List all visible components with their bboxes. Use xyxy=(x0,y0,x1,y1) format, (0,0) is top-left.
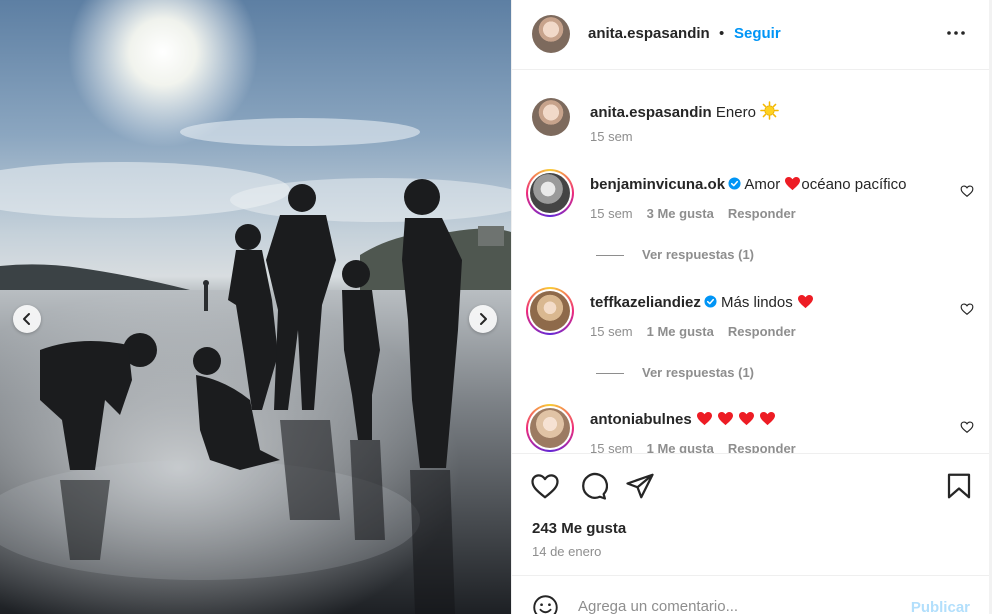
caption: anita.espasandin Enero xyxy=(590,101,779,121)
author-username[interactable]: anita.espasandin xyxy=(588,25,710,42)
view-replies-link[interactable]: Ver respuestas (1) xyxy=(596,365,754,380)
caption-username[interactable]: anita.espasandin xyxy=(590,104,712,121)
comment-like-icon[interactable] xyxy=(960,302,974,316)
red-heart-emoji-icon xyxy=(739,411,755,426)
comment-avatar[interactable] xyxy=(526,287,574,335)
chevron-left-icon xyxy=(23,313,30,325)
caption-avatar[interactable] xyxy=(532,98,570,136)
comment-input[interactable] xyxy=(578,598,898,614)
comment-username[interactable]: antoniabulnes xyxy=(590,411,692,428)
comment-body: benjaminvicuna.ok Amor océano pacífico xyxy=(590,176,906,193)
reply-button[interactable]: Responder xyxy=(728,441,796,453)
comment-icon[interactable] xyxy=(578,471,608,501)
caption-meta: 15 sem xyxy=(590,129,647,144)
heart-icon[interactable] xyxy=(530,471,560,501)
red-heart-emoji-icon xyxy=(760,411,776,426)
heart-emojis xyxy=(696,411,777,428)
comment-likes[interactable]: 1 Me gusta xyxy=(647,441,714,453)
beach-scene xyxy=(0,0,511,614)
post-photo xyxy=(0,0,511,614)
comment-likes[interactable]: 3 Me gusta xyxy=(647,206,714,221)
previous-photo-button[interactable] xyxy=(13,305,41,333)
comment-username[interactable]: teffkazeliandiez xyxy=(590,294,701,311)
follow-button[interactable]: Seguir xyxy=(734,25,781,42)
sun-emoji-icon xyxy=(760,101,779,120)
author-avatar[interactable] xyxy=(532,15,570,53)
comment-body: teffkazeliandiez Más lindos xyxy=(590,294,814,311)
comments-list[interactable]: anita.espasandin Enero 15 sem benjaminvi… xyxy=(512,71,990,453)
post-date: 14 de enero xyxy=(532,544,602,559)
publish-button[interactable]: Publicar xyxy=(911,599,970,614)
comment-body: antoniabulnes xyxy=(590,411,776,428)
red-heart-emoji-icon xyxy=(797,294,813,309)
more-options-icon[interactable] xyxy=(944,21,968,45)
comment-meta: 15 sem 1 Me gusta Responder xyxy=(590,324,810,339)
comment-avatar[interactable] xyxy=(526,404,574,452)
comment-time: 15 sem xyxy=(590,206,633,221)
add-comment-bar: Publicar xyxy=(512,575,990,614)
bookmark-icon[interactable] xyxy=(944,471,974,501)
view-replies-link[interactable]: Ver respuestas (1) xyxy=(596,247,754,262)
red-heart-emoji-icon xyxy=(718,411,734,426)
comment-like-icon[interactable] xyxy=(960,184,974,198)
chevron-right-icon xyxy=(480,313,487,325)
verified-badge-icon xyxy=(728,177,741,190)
post-header: anita.espasandin • Seguir xyxy=(512,0,990,70)
comment-meta: 15 sem 1 Me gusta Responder xyxy=(590,441,810,453)
verified-badge-icon xyxy=(704,295,717,308)
reply-button[interactable]: Responder xyxy=(728,324,796,339)
post-actions: 243 Me gusta 14 de enero xyxy=(512,453,990,575)
red-heart-emoji-icon xyxy=(696,411,712,426)
comment-like-icon[interactable] xyxy=(960,420,974,434)
comment-text: Amor xyxy=(744,176,781,193)
comment-time: 15 sem xyxy=(590,324,633,339)
comment-likes[interactable]: 1 Me gusta xyxy=(647,324,714,339)
separator-dot: • xyxy=(719,25,725,42)
comment-text: Más lindos xyxy=(721,294,793,311)
reply-button[interactable]: Responder xyxy=(728,206,796,221)
emoji-icon[interactable] xyxy=(532,594,559,614)
red-heart-emoji-icon xyxy=(785,176,801,191)
next-photo-button[interactable] xyxy=(469,305,497,333)
share-icon[interactable] xyxy=(625,471,655,501)
caption-time: 15 sem xyxy=(590,129,633,144)
comment-username[interactable]: benjaminvicuna.ok xyxy=(590,176,725,193)
caption-text: Enero xyxy=(715,104,756,121)
comment-text-continued: océano pacífico xyxy=(801,176,907,193)
comment-meta: 15 sem 3 Me gusta Responder xyxy=(590,206,810,221)
likes-count[interactable]: 243 Me gusta xyxy=(532,520,626,537)
comment-avatar[interactable] xyxy=(526,169,574,217)
comment-time: 15 sem xyxy=(590,441,633,453)
post-panel: anita.espasandin • Seguir anita.espasand… xyxy=(511,0,990,614)
